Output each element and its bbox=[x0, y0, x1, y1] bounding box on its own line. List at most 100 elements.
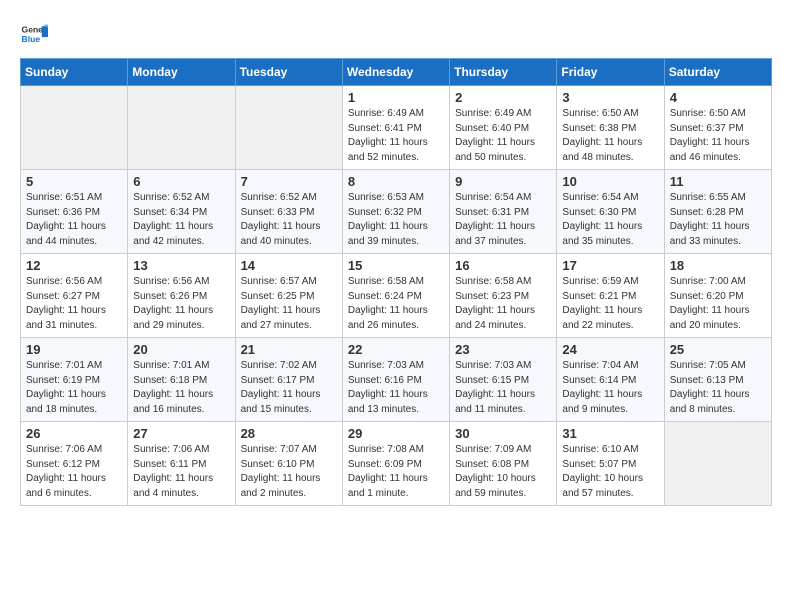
cell-content: Sunrise: 7:06 AM Sunset: 6:11 PM Dayligh… bbox=[133, 443, 229, 501]
calendar-cell: 11 Sunrise: 6:55 AM Sunset: 6:28 PM Dayli… bbox=[664, 170, 771, 254]
calendar-cell: 6 Sunrise: 6:52 AM Sunset: 6:34 PM Daylig… bbox=[128, 170, 235, 254]
day-number: 5 bbox=[26, 174, 122, 189]
logo-icon: General Blue bbox=[20, 20, 48, 48]
cell-content: Sunrise: 6:10 AM Sunset: 5:07 PM Dayligh… bbox=[562, 443, 658, 501]
day-number: 30 bbox=[455, 426, 551, 441]
day-number: 12 bbox=[26, 258, 122, 273]
calendar-cell: 26 Sunrise: 7:06 AM Sunset: 6:12 PM Dayli… bbox=[21, 422, 128, 506]
day-number: 8 bbox=[348, 174, 444, 189]
day-number: 4 bbox=[670, 90, 766, 105]
day-number: 16 bbox=[455, 258, 551, 273]
cell-content: Sunrise: 6:59 AM Sunset: 6:21 PM Dayligh… bbox=[562, 275, 658, 333]
page-header: General Blue bbox=[20, 20, 772, 48]
calendar-cell: 24 Sunrise: 7:04 AM Sunset: 6:14 PM Dayli… bbox=[557, 338, 664, 422]
calendar-cell: 17 Sunrise: 6:59 AM Sunset: 6:21 PM Dayli… bbox=[557, 254, 664, 338]
day-number: 23 bbox=[455, 342, 551, 357]
cell-content: Sunrise: 6:54 AM Sunset: 6:30 PM Dayligh… bbox=[562, 191, 658, 249]
logo: General Blue bbox=[20, 20, 48, 48]
cell-content: Sunrise: 6:53 AM Sunset: 6:32 PM Dayligh… bbox=[348, 191, 444, 249]
day-number: 24 bbox=[562, 342, 658, 357]
day-number: 9 bbox=[455, 174, 551, 189]
header-wednesday: Wednesday bbox=[342, 59, 449, 86]
cell-content: Sunrise: 6:49 AM Sunset: 6:40 PM Dayligh… bbox=[455, 107, 551, 165]
cell-content: Sunrise: 6:52 AM Sunset: 6:33 PM Dayligh… bbox=[241, 191, 337, 249]
cell-content: Sunrise: 6:58 AM Sunset: 6:23 PM Dayligh… bbox=[455, 275, 551, 333]
header-monday: Monday bbox=[128, 59, 235, 86]
cell-content: Sunrise: 7:04 AM Sunset: 6:14 PM Dayligh… bbox=[562, 359, 658, 417]
cell-content: Sunrise: 7:00 AM Sunset: 6:20 PM Dayligh… bbox=[670, 275, 766, 333]
day-number: 14 bbox=[241, 258, 337, 273]
day-number: 25 bbox=[670, 342, 766, 357]
day-number: 11 bbox=[670, 174, 766, 189]
cell-content: Sunrise: 7:05 AM Sunset: 6:13 PM Dayligh… bbox=[670, 359, 766, 417]
calendar-cell: 19Sunrise: 7:01 AM Sunset: 6:19 PM Dayli… bbox=[21, 338, 128, 422]
calendar-cell: 22Sunrise: 7:03 AM Sunset: 6:16 PM Dayli… bbox=[342, 338, 449, 422]
day-number: 28 bbox=[241, 426, 337, 441]
day-number: 10 bbox=[562, 174, 658, 189]
calendar-header-row: SundayMondayTuesdayWednesdayThursdayFrid… bbox=[21, 59, 772, 86]
calendar-cell: 9Sunrise: 6:54 AM Sunset: 6:31 PM Daylig… bbox=[450, 170, 557, 254]
calendar-cell: 14 Sunrise: 6:57 AM Sunset: 6:25 PM Dayli… bbox=[235, 254, 342, 338]
svg-text:Blue: Blue bbox=[22, 34, 41, 44]
calendar-week-row: 1 Sunrise: 6:49 AM Sunset: 6:41 PM Daylig… bbox=[21, 86, 772, 170]
cell-content: Sunrise: 6:51 AM Sunset: 6:36 PM Dayligh… bbox=[26, 191, 122, 249]
calendar-week-row: 26 Sunrise: 7:06 AM Sunset: 6:12 PM Dayli… bbox=[21, 422, 772, 506]
cell-content: Sunrise: 6:57 AM Sunset: 6:25 PM Dayligh… bbox=[241, 275, 337, 333]
calendar-cell: 20Sunrise: 7:01 AM Sunset: 6:18 PM Dayli… bbox=[128, 338, 235, 422]
calendar-cell: 31 Sunrise: 6:10 AM Sunset: 5:07 PM Dayli… bbox=[557, 422, 664, 506]
calendar-cell: 27Sunrise: 7:06 AM Sunset: 6:11 PM Dayli… bbox=[128, 422, 235, 506]
cell-content: Sunrise: 6:58 AM Sunset: 6:24 PM Dayligh… bbox=[348, 275, 444, 333]
calendar-cell: 5 Sunrise: 6:51 AM Sunset: 6:36 PM Daylig… bbox=[21, 170, 128, 254]
day-number: 13 bbox=[133, 258, 229, 273]
cell-content: Sunrise: 6:55 AM Sunset: 6:28 PM Dayligh… bbox=[670, 191, 766, 249]
day-number: 26 bbox=[26, 426, 122, 441]
calendar-cell: 23 Sunrise: 7:03 AM Sunset: 6:15 PM Dayli… bbox=[450, 338, 557, 422]
calendar-cell: 29 Sunrise: 7:08 AM Sunset: 6:09 PM Dayli… bbox=[342, 422, 449, 506]
header-sunday: Sunday bbox=[21, 59, 128, 86]
calendar-week-row: 12 Sunrise: 6:56 AM Sunset: 6:27 PM Dayli… bbox=[21, 254, 772, 338]
cell-content: Sunrise: 6:52 AM Sunset: 6:34 PM Dayligh… bbox=[133, 191, 229, 249]
day-number: 7 bbox=[241, 174, 337, 189]
calendar-cell bbox=[21, 86, 128, 170]
header-tuesday: Tuesday bbox=[235, 59, 342, 86]
calendar-cell: 28 Sunrise: 7:07 AM Sunset: 6:10 PM Dayli… bbox=[235, 422, 342, 506]
cell-content: Sunrise: 7:02 AM Sunset: 6:17 PM Dayligh… bbox=[241, 359, 337, 417]
day-number: 15 bbox=[348, 258, 444, 273]
cell-content: Sunrise: 6:49 AM Sunset: 6:41 PM Dayligh… bbox=[348, 107, 444, 165]
cell-content: Sunrise: 7:07 AM Sunset: 6:10 PM Dayligh… bbox=[241, 443, 337, 501]
calendar-cell: 16 Sunrise: 6:58 AM Sunset: 6:23 PM Dayli… bbox=[450, 254, 557, 338]
cell-content: Sunrise: 6:50 AM Sunset: 6:37 PM Dayligh… bbox=[670, 107, 766, 165]
header-saturday: Saturday bbox=[664, 59, 771, 86]
calendar-cell bbox=[664, 422, 771, 506]
day-number: 17 bbox=[562, 258, 658, 273]
day-number: 29 bbox=[348, 426, 444, 441]
cell-content: Sunrise: 7:03 AM Sunset: 6:16 PM Dayligh… bbox=[348, 359, 444, 417]
cell-content: Sunrise: 7:09 AM Sunset: 6:08 PM Dayligh… bbox=[455, 443, 551, 501]
day-number: 31 bbox=[562, 426, 658, 441]
calendar-cell: 7 Sunrise: 6:52 AM Sunset: 6:33 PM Daylig… bbox=[235, 170, 342, 254]
calendar-week-row: 5 Sunrise: 6:51 AM Sunset: 6:36 PM Daylig… bbox=[21, 170, 772, 254]
day-number: 2 bbox=[455, 90, 551, 105]
header-friday: Friday bbox=[557, 59, 664, 86]
calendar-cell: 12 Sunrise: 6:56 AM Sunset: 6:27 PM Dayli… bbox=[21, 254, 128, 338]
calendar-cell: 2 Sunrise: 6:49 AM Sunset: 6:40 PM Daylig… bbox=[450, 86, 557, 170]
calendar-cell: 30 Sunrise: 7:09 AM Sunset: 6:08 PM Dayli… bbox=[450, 422, 557, 506]
cell-content: Sunrise: 7:01 AM Sunset: 6:18 PM Dayligh… bbox=[133, 359, 229, 417]
calendar-week-row: 19Sunrise: 7:01 AM Sunset: 6:19 PM Dayli… bbox=[21, 338, 772, 422]
cell-content: Sunrise: 6:50 AM Sunset: 6:38 PM Dayligh… bbox=[562, 107, 658, 165]
day-number: 18 bbox=[670, 258, 766, 273]
calendar-cell: 3Sunrise: 6:50 AM Sunset: 6:38 PM Daylig… bbox=[557, 86, 664, 170]
cell-content: Sunrise: 7:06 AM Sunset: 6:12 PM Dayligh… bbox=[26, 443, 122, 501]
cell-content: Sunrise: 7:03 AM Sunset: 6:15 PM Dayligh… bbox=[455, 359, 551, 417]
calendar-cell: 8 Sunrise: 6:53 AM Sunset: 6:32 PM Daylig… bbox=[342, 170, 449, 254]
calendar-cell: 25 Sunrise: 7:05 AM Sunset: 6:13 PM Dayli… bbox=[664, 338, 771, 422]
calendar-cell: 18 Sunrise: 7:00 AM Sunset: 6:20 PM Dayli… bbox=[664, 254, 771, 338]
cell-content: Sunrise: 7:08 AM Sunset: 6:09 PM Dayligh… bbox=[348, 443, 444, 501]
calendar-cell bbox=[128, 86, 235, 170]
day-number: 21 bbox=[241, 342, 337, 357]
day-number: 6 bbox=[133, 174, 229, 189]
cell-content: Sunrise: 6:56 AM Sunset: 6:27 PM Dayligh… bbox=[26, 275, 122, 333]
cell-content: Sunrise: 6:56 AM Sunset: 6:26 PM Dayligh… bbox=[133, 275, 229, 333]
day-number: 1 bbox=[348, 90, 444, 105]
header-thursday: Thursday bbox=[450, 59, 557, 86]
